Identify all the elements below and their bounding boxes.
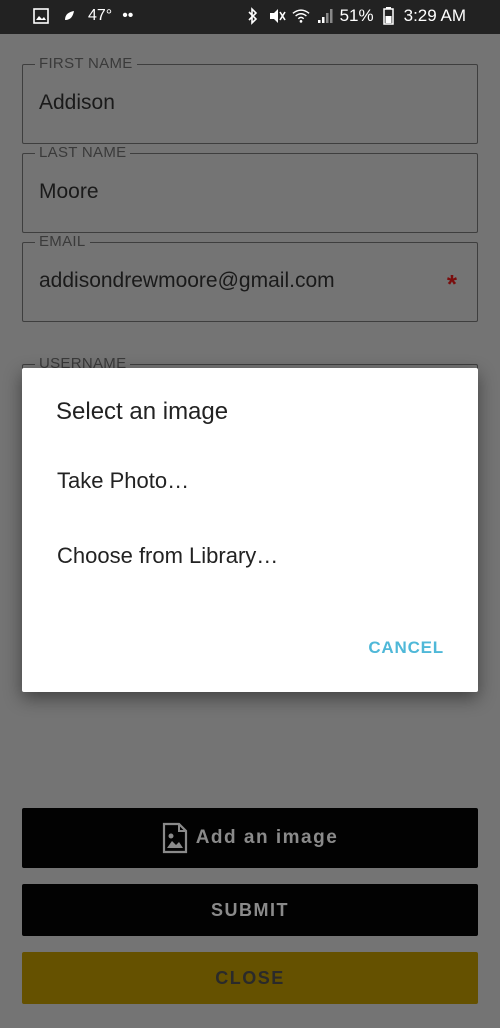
battery-percent: 51% (339, 6, 374, 25)
add-image-label: Add an image (195, 827, 339, 848)
first-name-field[interactable]: FIRST NAME Addison (22, 55, 478, 144)
temperature-text: 47° (88, 7, 113, 24)
submit-button[interactable]: SUBMIT (22, 884, 478, 936)
status-bar-right: 51% 3:29 AM (244, 6, 466, 26)
last-name-value: Moore (39, 180, 99, 203)
signal-icon (316, 6, 334, 26)
select-image-dialog: Select an image Take Photo… Choose from … (22, 368, 478, 692)
status-bar: 47° •• 51% 3:29 AM (0, 0, 500, 34)
required-asterisk: * (446, 269, 457, 299)
notification-dots: •• (122, 7, 134, 24)
close-label: CLOSE (215, 967, 285, 988)
email-label: EMAIL (35, 233, 90, 251)
dialog-title: Select an image (56, 398, 229, 425)
last-name-field[interactable]: LAST NAME Moore (22, 144, 478, 233)
status-time: 3:29 AM (403, 6, 466, 25)
take-photo-option[interactable]: Take Photo… (57, 468, 189, 494)
battery-icon (380, 6, 398, 26)
submit-label: SUBMIT (211, 899, 289, 920)
last-name-label: LAST NAME (35, 144, 131, 162)
email-field[interactable]: EMAIL addisondrewmoore@gmail.com * (22, 233, 478, 322)
wifi-icon (292, 6, 310, 26)
email-value: addisondrewmoore@gmail.com (39, 269, 335, 292)
first-name-label: FIRST NAME (35, 55, 137, 73)
add-image-button[interactable]: Add an image (22, 808, 478, 868)
choose-library-option[interactable]: Choose from Library… (57, 543, 278, 569)
bluetooth-icon (244, 6, 262, 26)
mute-icon (268, 6, 286, 26)
first-name-value: Addison (39, 91, 115, 114)
close-button[interactable]: CLOSE (22, 952, 478, 1004)
cancel-button[interactable]: CANCEL (368, 638, 444, 658)
status-bar-left: 47° •• (32, 6, 133, 26)
image-file-icon (162, 822, 187, 854)
image-icon (32, 6, 50, 26)
leaf-icon (60, 6, 78, 26)
